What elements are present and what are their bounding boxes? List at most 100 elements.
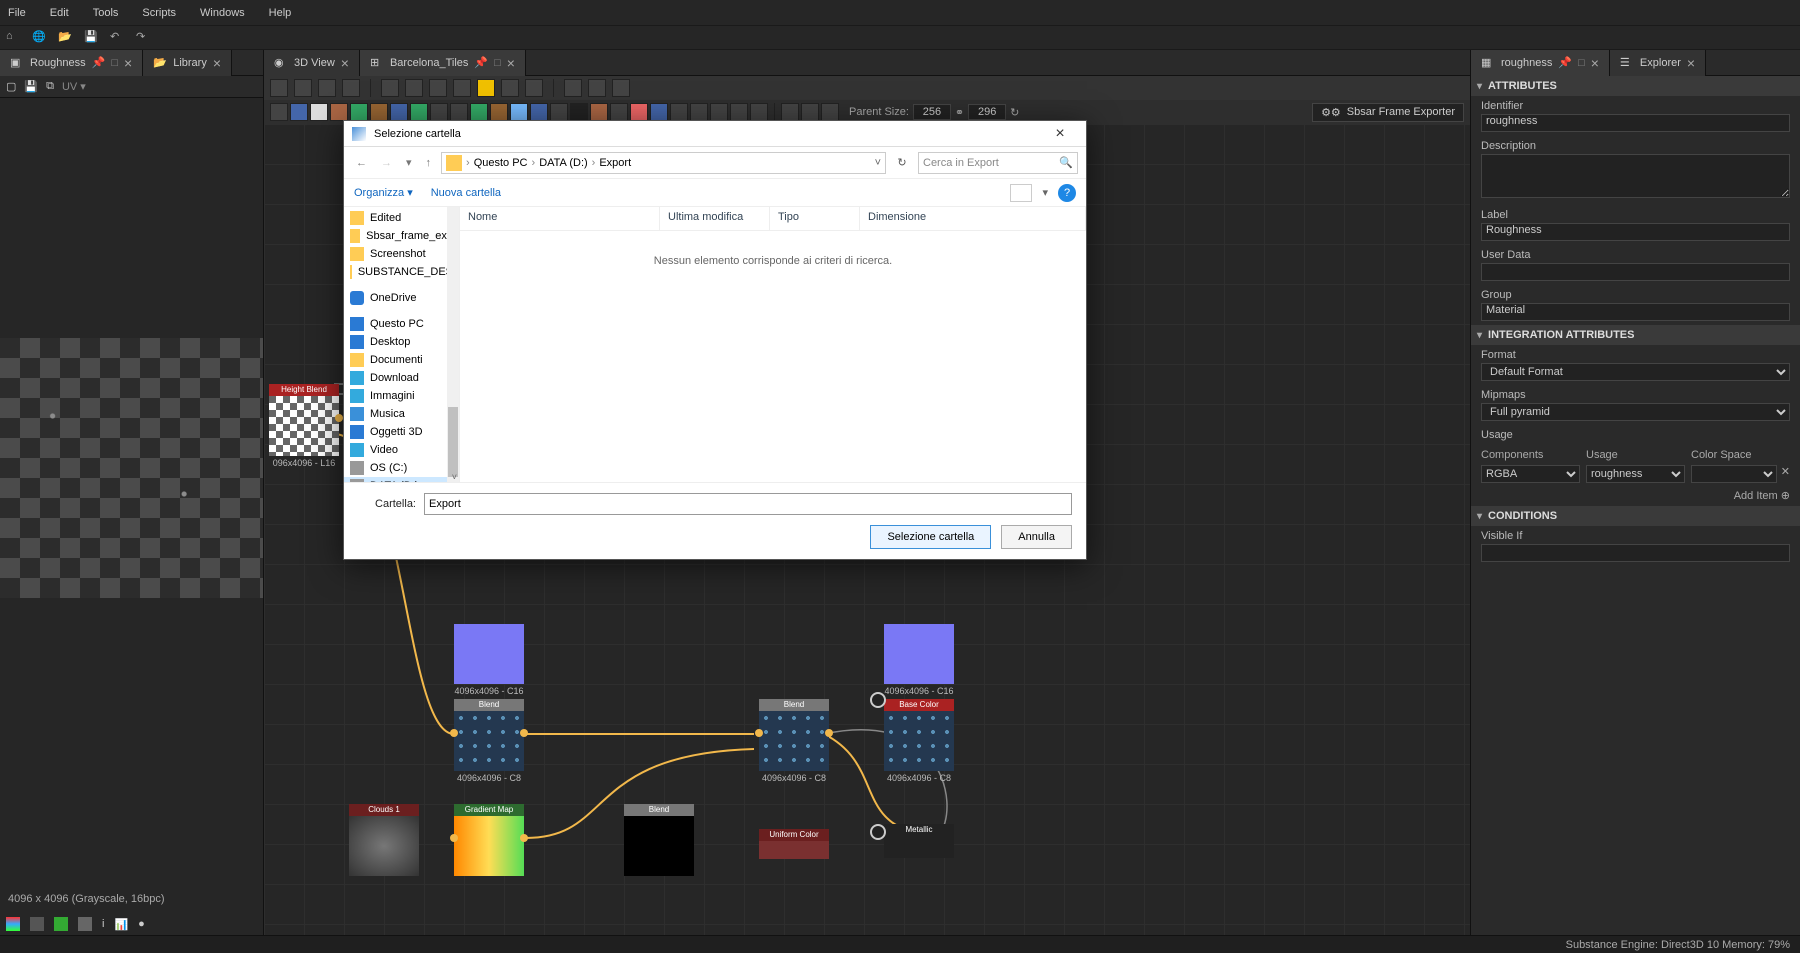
histogram-icon[interactable]: 📊 bbox=[114, 918, 128, 931]
tree-item[interactable]: Sbsar_frame_exp bbox=[344, 227, 459, 245]
col-size[interactable]: Dimensione bbox=[860, 207, 1086, 230]
organize-button[interactable]: Organizza ▾ bbox=[354, 186, 413, 199]
output-socket[interactable] bbox=[870, 824, 886, 840]
node-blend-b[interactable]: Blend 4096x4096 - C8 bbox=[759, 699, 829, 783]
tb-1[interactable] bbox=[270, 103, 288, 121]
chevron-down-icon[interactable]: ˅ bbox=[875, 157, 881, 169]
frame-icon[interactable] bbox=[801, 103, 819, 121]
close-icon[interactable]: × bbox=[124, 55, 132, 71]
select-folder-button[interactable]: Selezione cartella bbox=[870, 525, 991, 549]
redo-icon[interactable]: ↷ bbox=[136, 30, 152, 46]
tb-24[interactable] bbox=[730, 103, 748, 121]
node-port[interactable] bbox=[450, 834, 458, 842]
tb-4[interactable] bbox=[330, 103, 348, 121]
crumb-item[interactable]: Questo PC bbox=[474, 157, 528, 169]
pin-icon[interactable]: 📌 bbox=[1558, 56, 1572, 69]
node-uniform[interactable]: Uniform Color bbox=[759, 829, 829, 859]
tab-properties[interactable]: ▦ roughness 📌 □ × bbox=[1471, 50, 1610, 76]
node-metallic[interactable]: Metallic bbox=[884, 824, 954, 858]
grid-icon[interactable] bbox=[429, 79, 447, 97]
section-conditions[interactable]: ▾CONDITIONS bbox=[1471, 506, 1800, 526]
colorspace-select[interactable] bbox=[1691, 465, 1777, 483]
scrollbar[interactable]: ˅ bbox=[447, 207, 459, 482]
col-type[interactable]: Tipo bbox=[770, 207, 860, 230]
menu-help[interactable]: Help bbox=[269, 7, 292, 19]
snap-icon[interactable] bbox=[453, 79, 471, 97]
tab-library[interactable]: 📂 Library × bbox=[143, 50, 232, 76]
label-value[interactable]: Roughness bbox=[1481, 223, 1790, 241]
menu-edit[interactable]: Edit bbox=[50, 7, 69, 19]
node-port[interactable] bbox=[825, 729, 833, 737]
tb-7[interactable] bbox=[390, 103, 408, 121]
visibleif-value[interactable] bbox=[1481, 544, 1790, 562]
python-icon[interactable] bbox=[477, 79, 495, 97]
tree-item[interactable]: DATA (D:) bbox=[344, 477, 459, 482]
back-icon[interactable]: ← bbox=[352, 157, 371, 169]
camera-icon[interactable] bbox=[318, 79, 336, 97]
time-icon[interactable] bbox=[564, 79, 582, 97]
section-integration[interactable]: ▾INTEGRATION ATTRIBUTES bbox=[1471, 325, 1800, 345]
node-height-blend[interactable]: Height Blend 096x4096 - L16 bbox=[269, 384, 339, 468]
maximize-icon[interactable]: □ bbox=[111, 57, 118, 69]
cancel-button[interactable]: Annulla bbox=[1001, 525, 1072, 549]
group-value[interactable]: Material bbox=[1481, 303, 1790, 321]
menu-file[interactable]: File bbox=[8, 7, 26, 19]
tb-8[interactable] bbox=[410, 103, 428, 121]
tree-item[interactable]: OneDrive bbox=[344, 289, 459, 307]
tb-19[interactable] bbox=[630, 103, 648, 121]
node-port[interactable] bbox=[335, 414, 343, 422]
close-icon[interactable]: × bbox=[1042, 125, 1078, 143]
parent-height[interactable] bbox=[968, 104, 1006, 120]
move-icon[interactable] bbox=[294, 79, 312, 97]
mipmaps-select[interactable]: Full pyramid bbox=[1481, 403, 1790, 421]
reset-icon[interactable]: ↻ bbox=[1010, 106, 1019, 119]
link-icon[interactable]: ⚭ bbox=[955, 106, 964, 119]
zoom-icon[interactable] bbox=[381, 79, 399, 97]
node-clouds[interactable]: Clouds 1 bbox=[349, 804, 419, 876]
identifier-value[interactable]: roughness bbox=[1481, 114, 1790, 132]
menu-scripts[interactable]: Scripts bbox=[142, 7, 176, 19]
tree-item[interactable]: Musica bbox=[344, 405, 459, 423]
file-list-header[interactable]: Nome Ultima modifica Tipo Dimensione bbox=[460, 207, 1086, 231]
tb-3[interactable] bbox=[310, 103, 328, 121]
tree-item[interactable]: Immagini bbox=[344, 387, 459, 405]
tb-10[interactable] bbox=[450, 103, 468, 121]
tb-15[interactable] bbox=[550, 103, 568, 121]
tb-17[interactable] bbox=[590, 103, 608, 121]
description-input[interactable] bbox=[1481, 154, 1790, 198]
tree-item[interactable]: Screenshot bbox=[344, 245, 459, 263]
node-blue1[interactable]: 4096x4096 - C16 bbox=[454, 624, 524, 696]
comment-icon[interactable] bbox=[781, 103, 799, 121]
parent-width[interactable] bbox=[913, 104, 951, 120]
tab-graph[interactable]: ⊞ Barcelona_Tiles 📌 □ × bbox=[360, 50, 526, 76]
exporter-badge[interactable]: ⚙⚙ Sbsar Frame Exporter bbox=[1312, 103, 1464, 122]
usage-select[interactable]: roughness bbox=[1586, 465, 1685, 483]
add-item-button[interactable]: Add Item ⊕ bbox=[1471, 485, 1800, 506]
tree-item[interactable]: SUBSTANCE_DES bbox=[344, 263, 459, 281]
tb-16[interactable] bbox=[570, 103, 588, 121]
close-icon[interactable]: × bbox=[213, 55, 221, 71]
refresh-icon[interactable]: ↻ bbox=[892, 156, 912, 169]
tree-item[interactable]: Desktop bbox=[344, 333, 459, 351]
node-gradient[interactable]: Gradient Map bbox=[454, 804, 524, 876]
tb-20[interactable] bbox=[650, 103, 668, 121]
copy-icon[interactable]: ⧉ bbox=[46, 80, 54, 93]
close-icon[interactable]: × bbox=[1591, 55, 1599, 71]
fit-icon[interactable] bbox=[270, 79, 288, 97]
pin-icon[interactable]: 📌 bbox=[474, 56, 488, 69]
folder-tree[interactable]: EditedSbsar_frame_expScreenshotSUBSTANCE… bbox=[344, 207, 460, 482]
tree-item[interactable]: OS (C:) bbox=[344, 459, 459, 477]
help-icon[interactable]: ? bbox=[1058, 184, 1076, 202]
tb-5[interactable] bbox=[350, 103, 368, 121]
tool-icon[interactable] bbox=[588, 79, 606, 97]
breadcrumb[interactable]: › Questo PC › DATA (D:) › Export ˅ bbox=[441, 152, 886, 174]
crumb-item[interactable]: DATA (D:) bbox=[539, 157, 587, 169]
green-icon[interactable] bbox=[54, 917, 68, 931]
close-icon[interactable]: × bbox=[1687, 55, 1695, 71]
tab-explorer[interactable]: ☰ Explorer × bbox=[1610, 50, 1706, 76]
layers-icon[interactable] bbox=[6, 917, 20, 931]
tile-icon[interactable] bbox=[30, 917, 44, 931]
node-port[interactable] bbox=[450, 729, 458, 737]
node-blend-c[interactable]: Blend bbox=[624, 804, 694, 876]
home-icon[interactable]: ⌂ bbox=[6, 30, 22, 46]
